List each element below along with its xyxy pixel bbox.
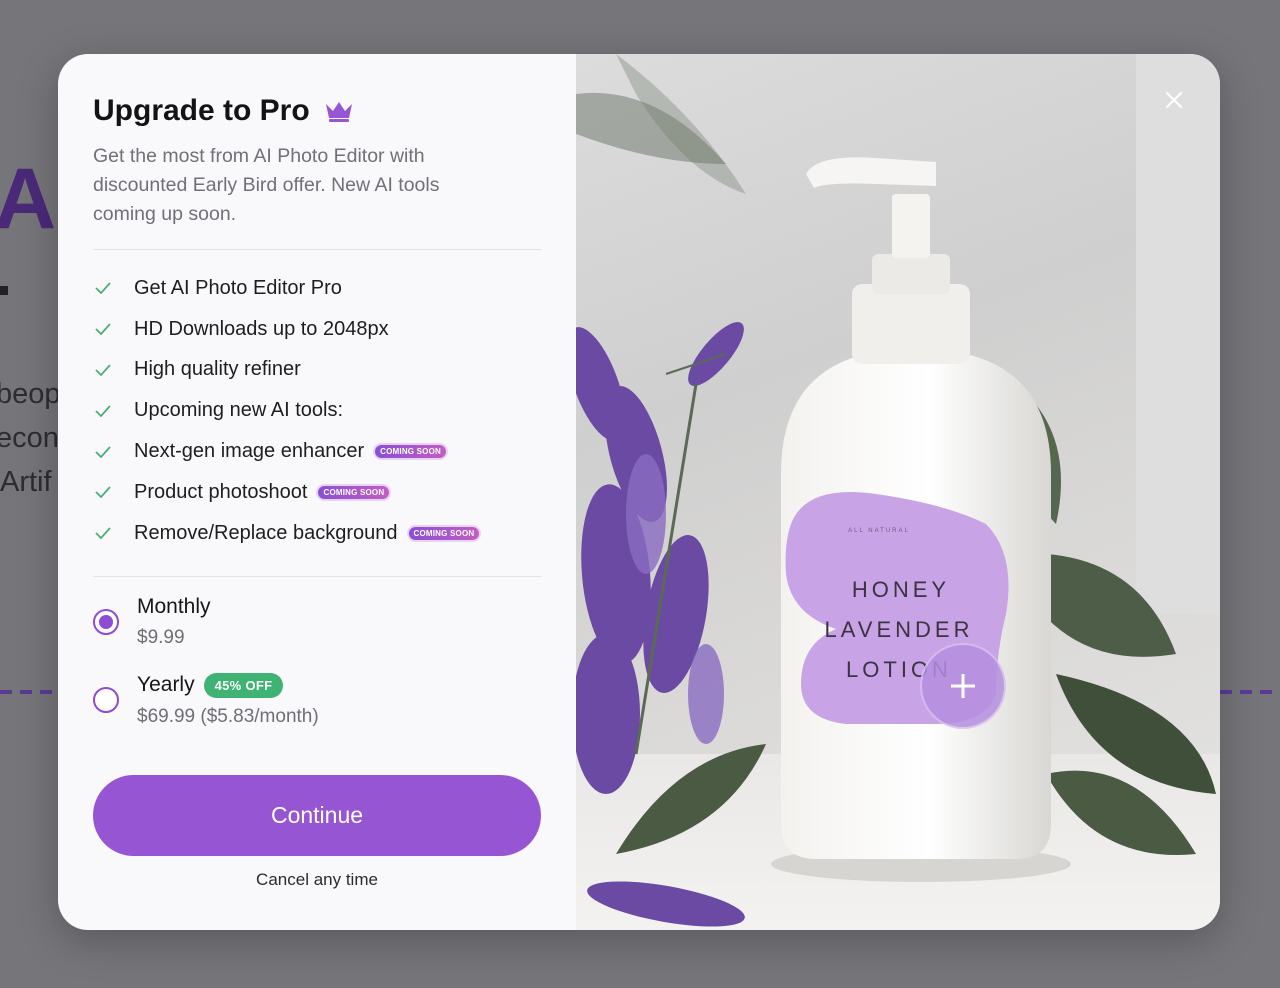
feature-label: HD Downloads up to 2048px — [134, 317, 389, 340]
label-small-text: ALL NATURAL — [848, 528, 910, 534]
radio-selected-dot — [99, 614, 113, 629]
plan-options: Monthly $9.99 Yearly 45% OFF $69.99 ($5.… — [93, 583, 541, 739]
check-icon — [93, 482, 113, 502]
feature-label: Next-gen image enhancer — [134, 440, 365, 463]
check-icon — [93, 278, 113, 298]
feature-label: Product photoshoot — [134, 480, 308, 503]
background-dashed-line — [0, 690, 58, 694]
plan-price: $69.99 ($5.83/month) — [137, 705, 319, 727]
label-line-lavender: LAVENDER — [825, 617, 974, 642]
coming-soon-badge: COMING SOON — [373, 443, 449, 461]
background-dashed-line — [1220, 690, 1280, 694]
check-icon — [93, 442, 113, 462]
plan-text: Yearly 45% OFF $69.99 ($5.83/month) — [137, 661, 319, 728]
divider — [93, 575, 541, 577]
modal-title: Upgrade to Pro — [93, 94, 310, 127]
cancel-note: Cancel any time — [256, 869, 378, 889]
plan-monthly-radio[interactable] — [93, 608, 119, 635]
feature-item: Remove/Replace background COMING SOON — [93, 513, 541, 554]
background-text-line: Artif — [0, 466, 52, 498]
plan-name: Monthly — [137, 594, 211, 618]
plan-text: Monthly $9.99 — [137, 583, 211, 649]
feature-item: Product photoshoot COMING SOON — [93, 472, 541, 513]
upgrade-panel: Upgrade to Pro Get the most from AI Phot… — [58, 54, 576, 930]
divider — [93, 249, 541, 250]
feature-label: Get AI Photo Editor Pro — [134, 276, 342, 299]
plan-price: $9.99 — [137, 626, 185, 648]
feature-label: Remove/Replace background — [134, 521, 398, 544]
feature-item: Get AI Photo Editor Pro — [93, 268, 541, 309]
check-icon — [93, 523, 113, 543]
coming-soon-badge: COMING SOON — [406, 524, 482, 542]
check-icon — [93, 319, 113, 339]
product-image: ALL NATURAL HONEY LAVENDER LOTION — [576, 54, 1220, 930]
close-icon[interactable] — [1156, 82, 1192, 118]
title-row: Upgrade to Pro — [93, 94, 541, 128]
feature-label: Upcoming new AI tools: — [134, 399, 343, 422]
check-icon — [93, 401, 113, 421]
modal-subtitle: Get the most from AI Photo Editor with d… — [93, 145, 440, 225]
feature-item: HD Downloads up to 2048px — [93, 309, 541, 350]
continue-button[interactable]: Continue — [93, 774, 541, 856]
plan-name: Yearly — [137, 673, 195, 697]
background-text-line: beop — [0, 378, 61, 410]
feature-item: Next-gen image enhancer COMING SOON — [93, 431, 541, 472]
coming-soon-badge: COMING SOON — [316, 483, 392, 501]
check-icon — [93, 360, 113, 380]
feature-label: High quality refiner — [134, 358, 301, 381]
plan-monthly[interactable]: Monthly $9.99 — [93, 583, 541, 661]
background-mark — [0, 286, 8, 295]
feature-item: High quality refiner — [93, 350, 541, 391]
plan-yearly[interactable]: Yearly 45% OFF $69.99 ($5.83/month) — [93, 661, 541, 739]
feature-item: Upcoming new AI tools: — [93, 390, 541, 431]
plan-yearly-radio[interactable] — [93, 686, 119, 713]
feature-list: Get AI Photo Editor Pro HD Downloads up … — [93, 268, 541, 554]
crown-icon — [324, 100, 354, 122]
discount-badge: 45% OFF — [203, 672, 284, 698]
upgrade-modal: Upgrade to Pro Get the most from AI Phot… — [58, 54, 1220, 930]
label-line-honey: HONEY — [852, 577, 950, 602]
background-text-line: econ — [0, 422, 59, 454]
lotion-bottle-illustration: ALL NATURAL HONEY LAVENDER LOTION — [576, 54, 1220, 930]
